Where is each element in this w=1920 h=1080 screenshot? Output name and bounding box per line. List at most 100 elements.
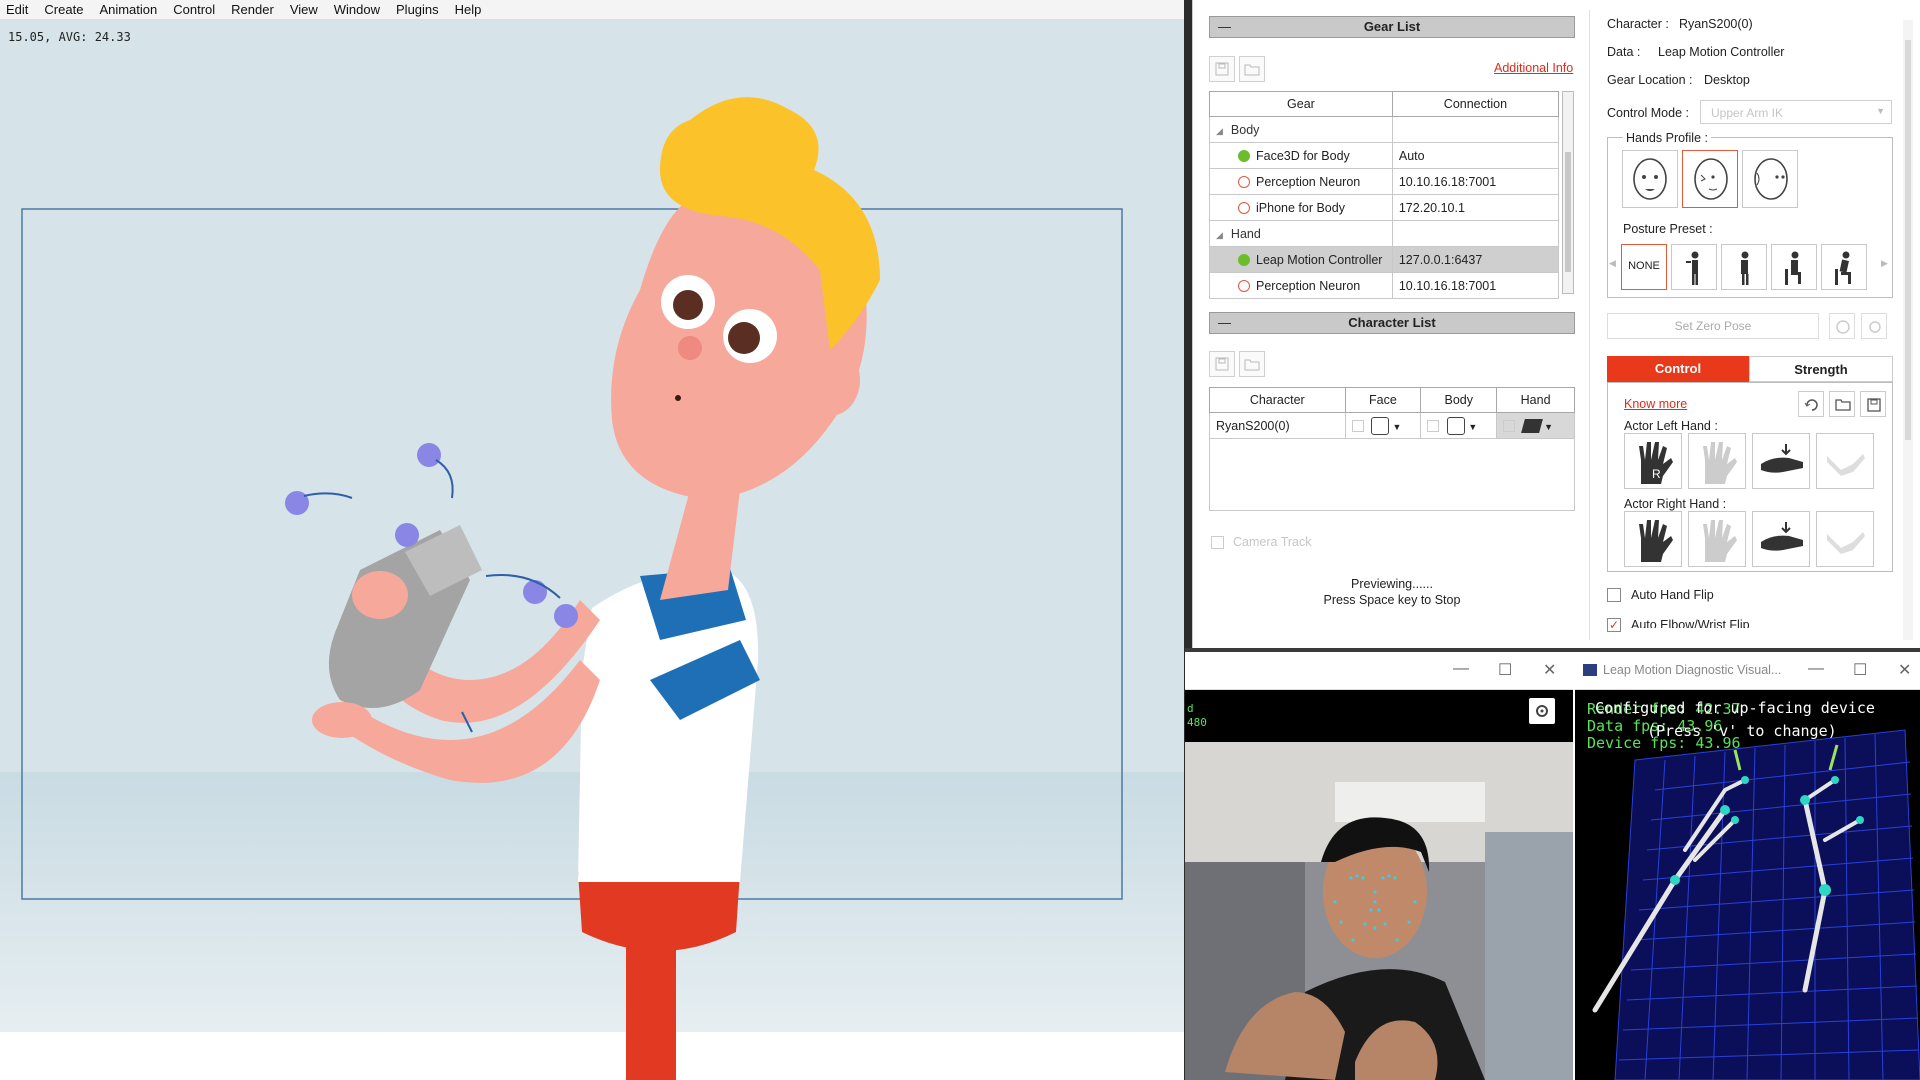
device-config-hint: (Press 'v' to change) — [1647, 722, 1837, 740]
pose-settings-button[interactable] — [1861, 313, 1887, 339]
status-connected-icon — [1238, 253, 1250, 266]
set-zero-pose-button[interactable]: Set Zero Pose — [1607, 313, 1819, 339]
column-connection[interactable]: Connection — [1391, 91, 1560, 117]
hand-l-icon — [1639, 520, 1673, 562]
group-row[interactable]: ◢ Hand — [1209, 220, 1560, 247]
tab-strength[interactable]: Strength — [1749, 356, 1893, 382]
menu-create[interactable]: Create — [38, 2, 93, 17]
reset-pose-button[interactable] — [1829, 313, 1855, 339]
open-hand-button[interactable] — [1829, 391, 1855, 417]
body-cell[interactable]: ▼ — [1420, 412, 1498, 439]
posture-preset-button[interactable] — [1821, 244, 1867, 290]
auto-elbow-flip-checkbox[interactable]: ✓ — [1607, 618, 1621, 632]
maximize-icon[interactable]: ☐ — [1853, 660, 1867, 680]
right-hand-slot-1[interactable] — [1624, 511, 1682, 567]
face-cell[interactable]: ▼ — [1344, 412, 1422, 439]
leap-titlebar[interactable]: Leap Motion Diagnostic Visual... — ☐ ✕ — [1575, 652, 1920, 690]
left-hand-slot-4[interactable] — [1816, 433, 1874, 489]
additional-info-link[interactable]: Additional Info — [1494, 61, 1573, 75]
left-hand-slot-3[interactable] — [1752, 433, 1810, 489]
menu-window[interactable]: Window — [328, 2, 390, 17]
leap-motion-window[interactable]: Leap Motion Diagnostic Visual... — ☐ ✕ R… — [1575, 652, 1920, 1080]
scrollbar-thumb[interactable] — [1565, 152, 1571, 272]
gear-name: Face3D for Body — [1256, 148, 1350, 163]
tab-control[interactable]: Control — [1607, 356, 1749, 382]
character-list-header[interactable]: — Character List — [1209, 312, 1575, 334]
gear-location-label: Gear Location : — [1607, 73, 1693, 87]
face-profile-turn-button[interactable] — [1742, 150, 1798, 208]
gear-table-scrollbar[interactable] — [1562, 91, 1574, 294]
column-body[interactable]: Body — [1420, 387, 1498, 413]
hand-cell[interactable]: ▼ — [1496, 412, 1575, 439]
posture-prev-icon[interactable]: ◀ — [1609, 258, 1616, 269]
left-hand-slot-1[interactable]: R — [1624, 433, 1682, 489]
menu-render[interactable]: Render — [225, 2, 284, 17]
posture-none-button[interactable]: NONE — [1621, 244, 1667, 290]
webcam-feed — [1185, 742, 1573, 1080]
table-row[interactable]: Perception Neuron 10.10.16.18:7001 — [1209, 168, 1560, 195]
webcam-titlebar[interactable]: — ☐ ✕ — [1185, 652, 1573, 690]
viewport[interactable]: 15.05, AVG: 24.33 — [0, 20, 1184, 1080]
column-character[interactable]: Character — [1209, 387, 1346, 413]
group-row[interactable]: ◢ Body — [1209, 116, 1560, 143]
webcam-settings-button[interactable] — [1529, 698, 1555, 724]
save-gear-button[interactable] — [1209, 56, 1235, 82]
camera-track-checkbox[interactable] — [1211, 536, 1224, 549]
minimize-icon[interactable]: — — [1808, 660, 1824, 678]
dropdown-arrow-icon[interactable]: ▼ — [1392, 422, 1401, 432]
save-character-button[interactable] — [1209, 351, 1235, 377]
expand-icon[interactable]: ◢ — [1216, 230, 1223, 240]
open-gear-button[interactable] — [1239, 56, 1265, 82]
table-row-selected[interactable]: Leap Motion Controller 127.0.0.1:6437 — [1209, 246, 1560, 273]
open-character-button[interactable] — [1239, 351, 1265, 377]
menu-animation[interactable]: Animation — [93, 2, 167, 17]
save-hand-button[interactable] — [1860, 391, 1886, 417]
webcam-overlay-text: 480 — [1187, 716, 1207, 729]
posture-preset-button[interactable] — [1771, 244, 1817, 290]
connection-value: Auto — [1391, 142, 1560, 169]
auto-hand-flip-checkbox[interactable] — [1607, 588, 1621, 602]
maximize-icon[interactable]: ☐ — [1498, 660, 1512, 680]
face-checkbox[interactable] — [1351, 419, 1364, 432]
refresh-hand-button[interactable] — [1798, 391, 1824, 417]
table-row[interactable]: RyanS200(0) ▼ ▼ ▼ — [1209, 412, 1575, 439]
gear-list-header[interactable]: — Gear List — [1209, 16, 1575, 38]
menu-edit[interactable]: Edit — [0, 2, 38, 17]
face-profile-side-button[interactable] — [1682, 150, 1738, 208]
column-gear[interactable]: Gear — [1209, 91, 1393, 117]
posture-preset-button[interactable] — [1721, 244, 1767, 290]
webcam-window[interactable]: — ☐ ✕ d 480 — [1185, 652, 1573, 1080]
menu-view[interactable]: View — [284, 2, 328, 17]
minimize-icon[interactable]: — — [1453, 660, 1469, 678]
table-row[interactable]: iPhone for Body 172.20.10.1 — [1209, 194, 1560, 221]
collapse-icon[interactable]: — — [1218, 313, 1231, 333]
collapse-icon[interactable]: — — [1218, 17, 1231, 37]
left-hand-slot-2[interactable] — [1688, 433, 1746, 489]
body-checkbox[interactable] — [1427, 419, 1440, 432]
close-icon[interactable]: ✕ — [1898, 660, 1911, 680]
posture-next-icon[interactable]: ▶ — [1881, 258, 1888, 269]
dropdown-arrow-icon[interactable]: ▼ — [1468, 422, 1477, 432]
posture-preset-button[interactable] — [1671, 244, 1717, 290]
dropdown-arrow-icon[interactable]: ▼ — [1544, 422, 1553, 432]
expand-icon[interactable]: ◢ — [1216, 126, 1223, 136]
right-hand-slot-2[interactable] — [1688, 511, 1746, 567]
right-hand-slot-3[interactable] — [1752, 511, 1810, 567]
panel-scrollbar[interactable] — [1903, 20, 1913, 640]
table-row[interactable]: Face3D for Body Auto — [1209, 142, 1560, 169]
right-hand-slot-4[interactable] — [1816, 511, 1874, 567]
face-profile-front-button[interactable] — [1622, 150, 1678, 208]
menu-help[interactable]: Help — [449, 2, 492, 17]
close-icon[interactable]: ✕ — [1543, 660, 1556, 680]
data-value: Leap Motion Controller — [1658, 45, 1785, 59]
menu-plugins[interactable]: Plugins — [390, 2, 449, 17]
hand-checkbox[interactable] — [1503, 419, 1516, 432]
auto-hand-flip-label: Auto Hand Flip — [1631, 588, 1714, 602]
column-hand[interactable]: Hand — [1496, 387, 1575, 413]
menu-control[interactable]: Control — [167, 2, 225, 17]
control-mode-select[interactable]: Upper Arm IK ▼ — [1700, 100, 1892, 124]
column-face[interactable]: Face — [1344, 387, 1422, 413]
scrollbar-thumb[interactable] — [1905, 40, 1911, 440]
table-row[interactable]: Perception Neuron 10.10.16.18:7001 — [1209, 272, 1560, 299]
know-more-link[interactable]: Know more — [1624, 397, 1687, 411]
